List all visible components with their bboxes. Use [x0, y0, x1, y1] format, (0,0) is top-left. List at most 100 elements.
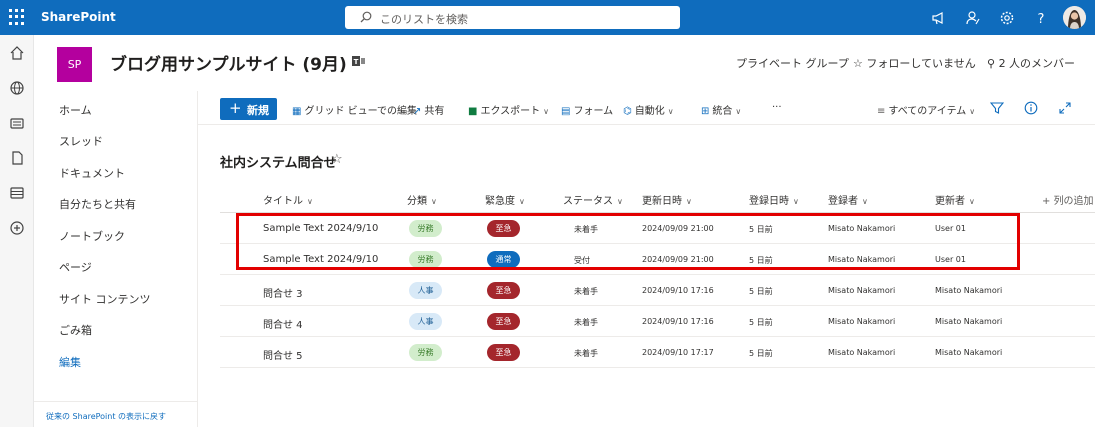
star-icon: ☆ — [853, 57, 867, 70]
chevron-down-icon: ∨ — [519, 197, 525, 206]
column-label: ステータス — [563, 196, 613, 207]
nav-item-notebook[interactable]: ノートブック — [59, 228, 125, 244]
nav-item-home[interactable]: ホーム — [59, 102, 92, 118]
share-icon: ↗ — [413, 106, 422, 117]
column-header-category[interactable]: 分類 ∨ — [407, 192, 437, 207]
column-label: タイトル — [263, 196, 303, 207]
search-icon — [360, 11, 372, 23]
chevron-down-icon: ∨ — [667, 107, 674, 116]
urgency-badge: 至急 — [487, 282, 520, 299]
chevron-down-icon: ∨ — [617, 197, 623, 206]
excel-icon: ■ — [468, 106, 478, 117]
site-title[interactable]: ブログ用サンプルサイト (9月) — [110, 50, 347, 75]
column-label: 更新者 — [935, 196, 965, 207]
search-input[interactable]: このリストを検索 — [345, 6, 680, 29]
modified-cell: 2024/09/10 17:17 — [642, 348, 714, 357]
column-label: 登録日時 — [749, 196, 789, 207]
row-title[interactable]: 問合せ 5 — [263, 347, 303, 362]
integrate-label: 統合 — [712, 106, 733, 117]
status-cell: 未着手 — [574, 287, 598, 296]
site-logo[interactable]: SP — [57, 47, 92, 82]
add-column-button[interactable]: + 列の追加 — [1042, 192, 1094, 207]
megaphone-icon[interactable] — [931, 10, 947, 26]
created-by-cell: Misato Nakamori — [828, 348, 896, 357]
news-icon[interactable] — [9, 115, 25, 131]
status-cell: 未着手 — [574, 318, 598, 327]
column-header-status[interactable]: ステータス ∨ — [563, 192, 623, 207]
export-button[interactable]: ■ エクスポート ∨ — [468, 102, 549, 117]
chevron-down-icon: ∨ — [793, 197, 799, 206]
automate-label: 自動化 — [634, 106, 665, 117]
search-placeholder: このリストを検索 — [380, 13, 468, 26]
follow-button[interactable]: ☆ フォローしていません — [853, 55, 976, 71]
nav-item-shared[interactable]: 自分たちと共有 — [59, 196, 136, 212]
grid-edit-button[interactable]: ▦ グリッド ビューでの編集 — [292, 102, 417, 117]
column-label: 更新日時 — [642, 196, 682, 207]
table-row[interactable]: 問合せ 5 労務 至急 未着手 2024/09/10 17:17 5 日前 Mi… — [220, 337, 1095, 368]
column-header-title[interactable]: タイトル ∨ — [263, 192, 313, 207]
nav-item-pages[interactable]: ページ — [59, 259, 92, 275]
nav-item-site-contents[interactable]: サイト コンテンツ — [59, 291, 151, 307]
row-title[interactable]: 問合せ 3 — [263, 285, 303, 300]
status-cell: 未着手 — [574, 349, 598, 358]
column-label: 分類 — [407, 196, 427, 207]
column-header-urgency[interactable]: 緊急度 ∨ — [485, 192, 525, 207]
private-group-label: プライベート グループ — [736, 57, 849, 70]
lists-icon[interactable] — [9, 185, 25, 201]
new-button-label: 新規 — [247, 104, 269, 117]
svg-text:T: T — [354, 58, 359, 66]
new-button[interactable]: + 新規 — [220, 98, 277, 120]
chevron-down-icon: ∨ — [431, 197, 437, 206]
forms-icon: ▤ — [561, 106, 571, 117]
row-title[interactable]: 問合せ 4 — [263, 316, 303, 331]
nav-item-recycle-bin[interactable]: ごみ箱 — [59, 322, 92, 338]
column-header-modified-by[interactable]: 更新者 ∨ — [935, 192, 975, 207]
chevron-down-icon: ∨ — [307, 197, 313, 206]
favorite-star-icon[interactable]: ☆ — [331, 152, 343, 167]
grid-edit-label: グリッド ビューでの編集 — [304, 106, 418, 117]
globe-icon[interactable] — [9, 80, 25, 96]
command-bar: + 新規 ▦ グリッド ビューでの編集 ↗ 共有 ■ エクスポート ∨ ▤ フォーム ⌬ 自… — [198, 91, 1095, 125]
forms-button[interactable]: ▤ フォーム — [561, 102, 613, 117]
forms-label: フォーム — [573, 106, 614, 117]
home-icon[interactable] — [9, 45, 25, 61]
export-label: エクスポート — [480, 106, 541, 117]
view-label: すべてのアイテム — [888, 106, 967, 117]
classic-view-link[interactable]: 従来の SharePoint の表示に戻す — [34, 401, 198, 422]
column-header-created-by[interactable]: 登録者 ∨ — [828, 192, 868, 207]
more-button[interactable]: ··· — [772, 102, 782, 113]
add-icon[interactable] — [9, 220, 25, 236]
created-by-cell: Misato Nakamori — [828, 286, 896, 295]
feedback-icon[interactable] — [965, 10, 981, 26]
nav-item-threads[interactable]: スレッド — [59, 133, 103, 149]
created-by-cell: Misato Nakamori — [828, 317, 896, 326]
app-brand[interactable]: SharePoint — [41, 10, 116, 24]
nav-item-documents[interactable]: ドキュメント — [59, 165, 125, 181]
urgency-badge: 至急 — [487, 313, 520, 330]
avatar[interactable] — [1063, 6, 1086, 29]
modified-by-cell: Misato Nakamori — [935, 317, 1003, 326]
teams-icon[interactable]: T — [352, 55, 366, 67]
waffle-icon[interactable] — [9, 9, 25, 25]
expand-icon[interactable] — [1058, 101, 1072, 115]
nav-edit-link[interactable]: 編集 — [59, 354, 81, 370]
files-icon[interactable] — [9, 150, 25, 166]
view-selector[interactable]: ≡ すべてのアイテム ∨ — [877, 102, 975, 117]
grid-icon: ▦ — [292, 106, 302, 117]
site-header: SP ブログ用サンプルサイト (9月) T プライベート グループ ☆ フォロー… — [34, 35, 1095, 91]
filter-icon[interactable] — [990, 101, 1004, 115]
table-row[interactable]: 問合せ 3 人事 至急 未着手 2024/09/10 17:16 5 日前 Mi… — [220, 275, 1095, 306]
share-button[interactable]: ↗ 共有 — [413, 102, 444, 117]
members-button[interactable]: ⚲ 2 人のメンバー — [987, 55, 1075, 71]
integrate-button[interactable]: ⊞ 統合 ∨ — [701, 102, 741, 117]
settings-icon[interactable] — [999, 10, 1015, 26]
chevron-down-icon: ∨ — [969, 107, 976, 116]
table-row[interactable]: 問合せ 4 人事 至急 未着手 2024/09/10 17:16 5 日前 Mi… — [220, 306, 1095, 337]
created-cell: 5 日前 — [749, 287, 773, 296]
column-header-modified[interactable]: 更新日時 ∨ — [642, 192, 692, 207]
info-icon[interactable] — [1024, 101, 1038, 115]
automate-button[interactable]: ⌬ 自動化 ∨ — [623, 102, 674, 117]
column-header-created[interactable]: 登録日時 ∨ — [749, 192, 799, 207]
help-icon[interactable]: ? — [1033, 10, 1049, 26]
integrate-icon: ⊞ — [701, 106, 710, 117]
